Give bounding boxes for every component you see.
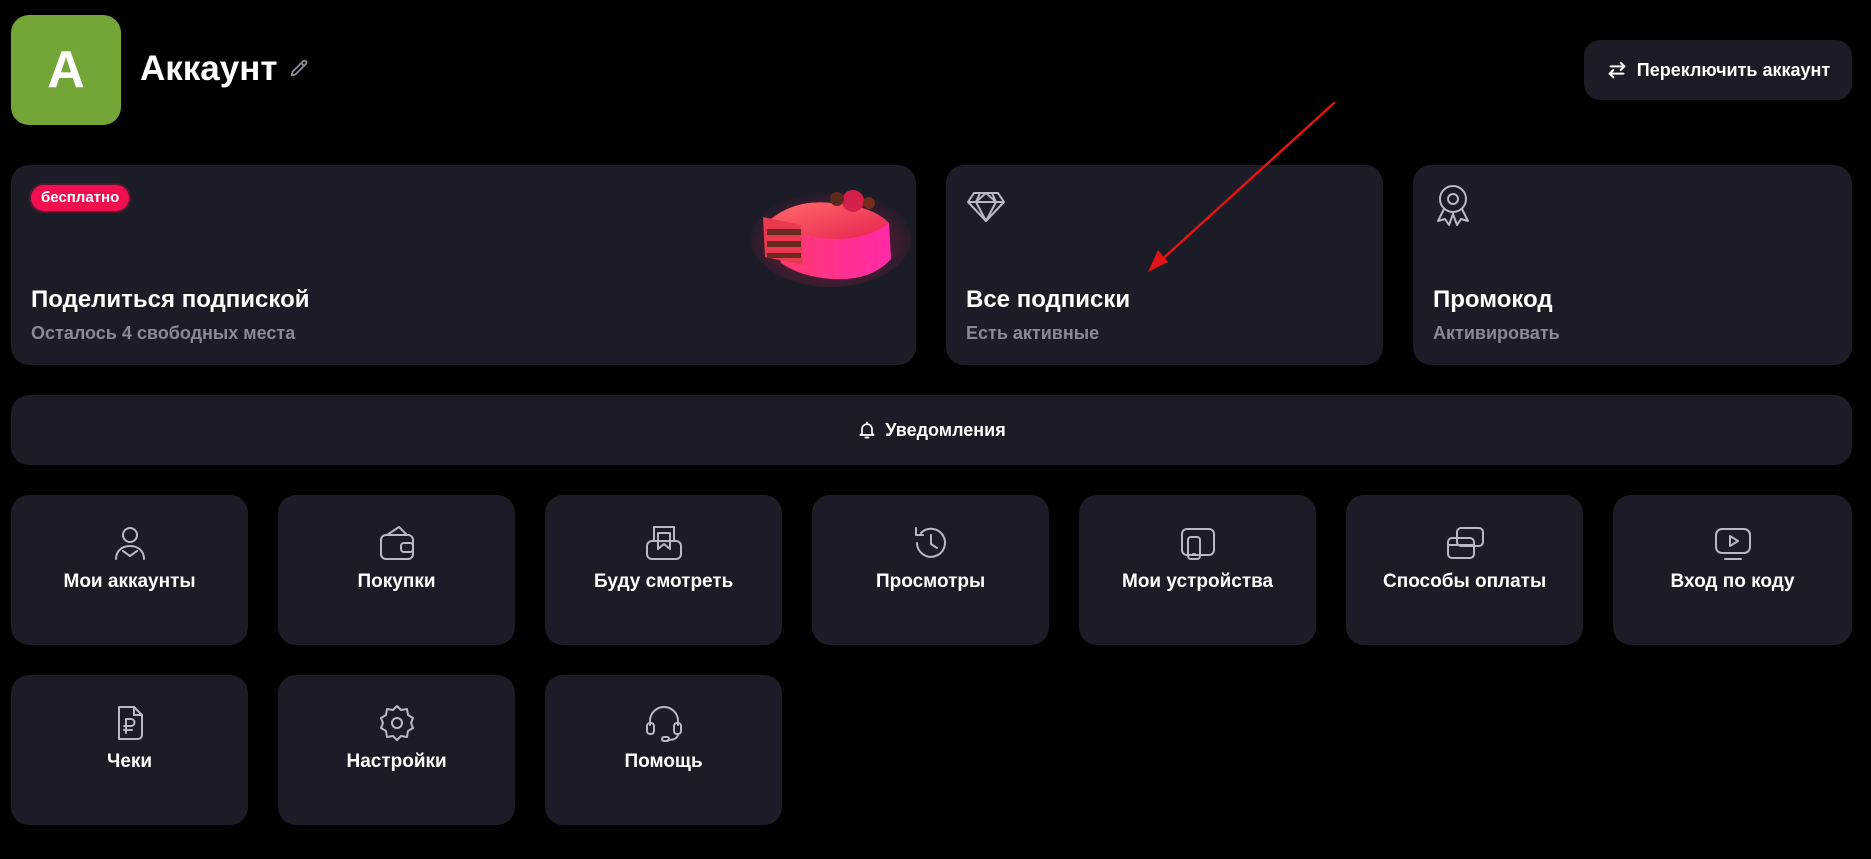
tile-label: Мои устройства [1122, 571, 1274, 592]
promocode-subtitle: Активировать [1433, 323, 1560, 343]
tile-watch-later[interactable]: Буду смотреть [545, 495, 782, 645]
headset-icon [645, 706, 682, 742]
receipt-ruble-icon [117, 706, 143, 740]
tile-login-by-code[interactable]: Вход по коду [1613, 495, 1852, 645]
tile-my-accounts[interactable]: Мои аккаунты [11, 495, 248, 645]
user-icon [114, 527, 145, 560]
share-card-subtitle: Осталось 4 свободных места [31, 323, 296, 343]
tile-purchases[interactable]: Покупки [278, 495, 515, 645]
all-subscriptions-title: Все подписки [966, 286, 1131, 313]
tile-settings[interactable]: Настройки [278, 675, 515, 825]
switch-account-button[interactable]: Переключить аккаунт [1584, 40, 1852, 100]
gear-icon [379, 705, 414, 741]
tile-label: Буду смотреть [594, 571, 734, 592]
play-screen-icon [1714, 528, 1751, 560]
avatar[interactable]: А [11, 15, 121, 125]
history-icon [914, 527, 946, 558]
switch-account-label: Переключить аккаунт [1636, 59, 1831, 80]
cake-illustration [741, 179, 911, 289]
free-badge: бесплатно [31, 185, 130, 211]
diamond-icon [966, 185, 1006, 225]
bell-icon [857, 420, 877, 440]
award-badge-icon [1433, 183, 1473, 227]
tile-label: Помощь [624, 751, 703, 772]
page-title-text: Аккаунт [140, 49, 278, 88]
tile-payment-methods[interactable]: Способы оплаты [1346, 495, 1583, 645]
swap-arrows-icon [1606, 59, 1628, 81]
promocode-title: Промокод [1433, 286, 1553, 313]
cards-icon [1446, 527, 1484, 559]
tile-label: Способы оплаты [1383, 571, 1547, 592]
tile-receipts[interactable]: Чеки [11, 675, 248, 825]
tile-label: Мои аккаунты [63, 571, 196, 592]
tile-label: Вход по коду [1670, 571, 1795, 592]
tile-label: Покупки [357, 571, 436, 592]
all-subscriptions-card[interactable]: Все подписки Есть активные [946, 165, 1383, 365]
tile-label: Настройки [346, 751, 447, 772]
bookmark-icon [645, 526, 682, 560]
tile-history[interactable]: Просмотры [812, 495, 1049, 645]
all-subscriptions-subtitle: Есть активные [966, 323, 1100, 343]
tile-help[interactable]: Помощь [545, 675, 782, 825]
notifications-button[interactable]: Уведомления [11, 395, 1852, 465]
promocode-card[interactable]: Промокод Активировать [1413, 165, 1852, 365]
page-title: Аккаунт [140, 47, 310, 91]
tile-my-devices[interactable]: Мои устройства [1079, 495, 1316, 645]
devices-icon [1180, 528, 1215, 560]
notifications-label: Уведомления [885, 419, 1006, 440]
tile-label: Чеки [107, 751, 153, 772]
share-card-title: Поделиться подпиской [31, 286, 310, 313]
wallet-icon [379, 526, 414, 560]
tile-label: Просмотры [876, 571, 986, 592]
pencil-icon[interactable] [288, 58, 310, 80]
